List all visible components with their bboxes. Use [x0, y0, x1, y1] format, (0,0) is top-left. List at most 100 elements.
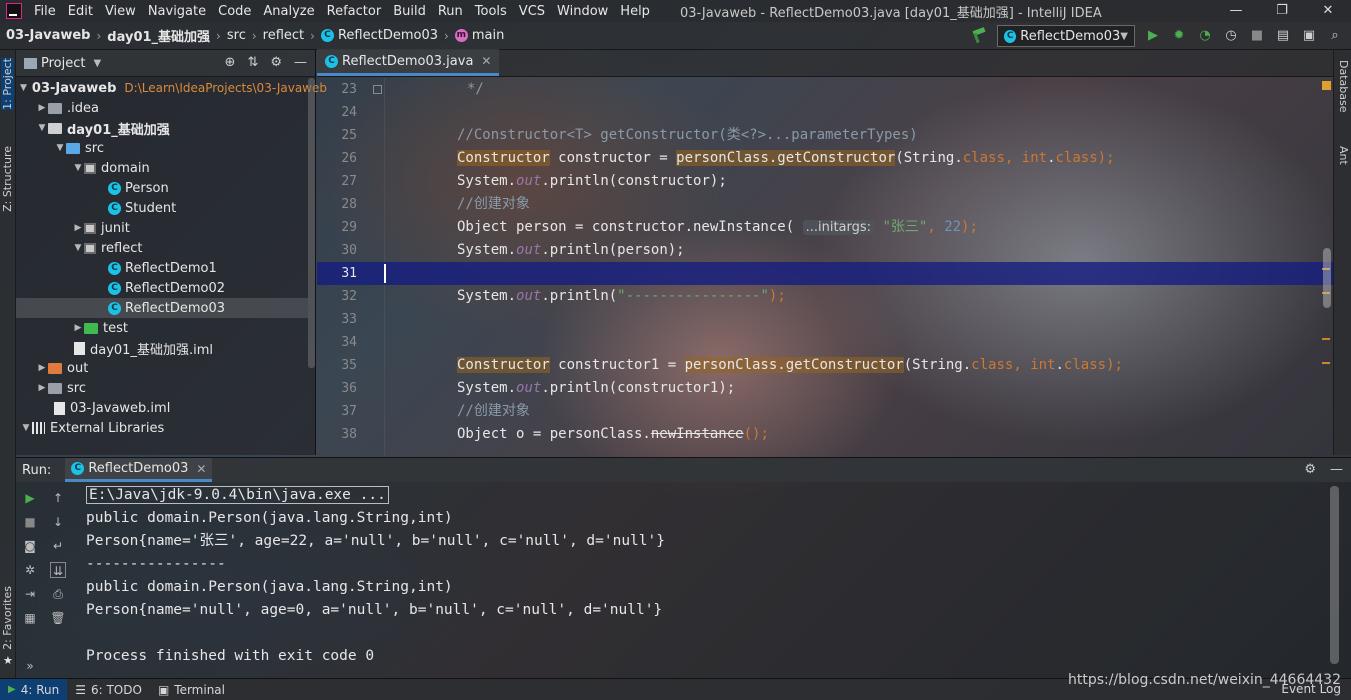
breadcrumb-package[interactable]: reflect	[263, 28, 305, 43]
menu-help[interactable]: Help	[614, 4, 656, 19]
expand-arrow-icon[interactable]: ▼	[36, 123, 48, 133]
tree-node-junit[interactable]: ▶ junit	[16, 218, 308, 238]
warning-icon[interactable]	[1322, 81, 1331, 90]
settings-icon[interactable]: ✲	[22, 562, 38, 578]
search-icon[interactable]: ⌕	[1327, 28, 1343, 44]
menu-run[interactable]: Run	[432, 4, 469, 19]
layout-icon[interactable]: ▦	[22, 610, 38, 626]
menu-vcs[interactable]: VCS	[513, 4, 551, 19]
project-structure-icon[interactable]: ▤	[1275, 28, 1291, 44]
favorites-tool-button[interactable]: 2: Favorites	[1, 586, 14, 650]
menu-file[interactable]: File	[28, 4, 62, 19]
breadcrumb-src[interactable]: src	[227, 28, 246, 43]
coverage-icon[interactable]: ◔	[1197, 28, 1213, 44]
menu-view[interactable]: View	[99, 4, 142, 19]
breadcrumb-class[interactable]: C ReflectDemo03	[320, 28, 438, 43]
tree-node-reflectdemo1[interactable]: C ReflectDemo1	[16, 258, 308, 278]
locate-icon[interactable]: ⊕	[225, 55, 236, 70]
exit-icon[interactable]: ⇥	[22, 586, 38, 602]
menu-tools[interactable]: Tools	[469, 4, 513, 19]
tree-node-person[interactable]: C Person	[16, 178, 308, 198]
console-command[interactable]: E:\Java\jdk-9.0.4\bin\java.exe ...	[86, 486, 389, 504]
tree-node-out[interactable]: ▶ out	[16, 358, 308, 378]
build-hammer-icon[interactable]	[969, 29, 987, 43]
expand-arrow-icon[interactable]: ▼	[72, 243, 84, 253]
breadcrumb-project[interactable]: 03-Javaweb	[6, 28, 90, 43]
scroll-to-end-icon[interactable]: ⇊	[50, 562, 66, 578]
tree-node-src[interactable]: ▼ src	[16, 138, 308, 158]
hide-icon[interactable]: —	[1330, 462, 1343, 477]
warning-marker[interactable]	[1322, 362, 1330, 364]
warning-marker[interactable]	[1322, 338, 1330, 340]
run-configuration-select[interactable]: C ReflectDemo03 ▼	[997, 25, 1135, 47]
code-area[interactable]: 23 */ 24 25 //Constructor<T> getConstruc…	[317, 78, 1333, 455]
close-button[interactable]: ✕	[1305, 0, 1351, 22]
tree-node-external-libraries[interactable]: ▼ External Libraries	[16, 418, 308, 438]
console-output[interactable]: E:\Java\jdk-9.0.4\bin\java.exe ... publi…	[86, 484, 1326, 668]
rerun-icon[interactable]: ▶	[22, 490, 38, 506]
tree-node-root-iml[interactable]: 03-Javaweb.iml	[16, 398, 308, 418]
tree-node-root-src[interactable]: ▶ src	[16, 378, 308, 398]
expand-icon[interactable]: »	[22, 658, 38, 674]
restore-button[interactable]: ❐	[1259, 0, 1305, 22]
expand-arrow-icon[interactable]: ▼	[54, 143, 66, 153]
project-tool-button[interactable]: 1: Project	[1, 58, 14, 110]
expand-arrow-icon[interactable]: ▶	[72, 223, 84, 233]
menu-analyze[interactable]: Analyze	[257, 4, 320, 19]
project-view-selector[interactable]: Project	[41, 56, 85, 71]
stop-icon[interactable]: ■	[1249, 28, 1265, 44]
breadcrumb-module[interactable]: day01_基础加强	[107, 26, 210, 45]
terminal-tool-tab[interactable]: ▣ Terminal	[150, 679, 233, 700]
run-tab-reflectdemo03[interactable]: C ReflectDemo03 ✕	[65, 458, 213, 482]
debug-icon[interactable]: ✹	[1171, 28, 1187, 44]
menu-navigate[interactable]: Navigate	[142, 4, 212, 19]
menu-window[interactable]: Window	[551, 4, 614, 19]
camera-icon[interactable]: ◙	[22, 538, 38, 554]
trash-icon[interactable]: 🗑	[50, 610, 66, 626]
soft-wrap-icon[interactable]: ↵	[50, 538, 66, 554]
profile-icon[interactable]: ◷	[1223, 28, 1239, 44]
breadcrumb-method[interactable]: m main	[454, 28, 504, 43]
editor-tab-reflectdemo03[interactable]: C ReflectDemo03.java ✕	[317, 49, 500, 76]
print-icon[interactable]: ⎙	[50, 586, 66, 602]
hide-icon[interactable]: —	[294, 55, 307, 70]
tree-node-test[interactable]: ▶ test	[16, 318, 308, 338]
tree-node-idea[interactable]: ▶ .idea	[16, 98, 308, 118]
run-icon[interactable]: ▶	[1145, 28, 1161, 44]
up-arrow-icon[interactable]: ↑	[50, 490, 66, 506]
expand-arrow-icon[interactable]: ▶	[72, 323, 84, 333]
expand-arrow-icon[interactable]: ▼	[20, 83, 27, 93]
expand-arrow-icon[interactable]: ▶	[36, 383, 48, 393]
tree-node-day01[interactable]: ▼ day01_基础加强	[16, 118, 308, 138]
editor-scrollbar[interactable]	[1323, 248, 1331, 308]
structure-tool-button[interactable]: Z: Structure	[1, 146, 14, 212]
stop-icon[interactable]: ■	[22, 514, 38, 530]
chevron-down-icon[interactable]: ▼	[93, 58, 101, 69]
tree-node-reflect[interactable]: ▼ reflect	[16, 238, 308, 258]
tree-node-domain[interactable]: ▼ domain	[16, 158, 308, 178]
ant-tool-button[interactable]: Ant	[1337, 146, 1350, 165]
expand-arrow-icon[interactable]: ▼	[20, 423, 32, 433]
menu-edit[interactable]: Edit	[62, 4, 99, 19]
menu-build[interactable]: Build	[387, 4, 432, 19]
minimize-button[interactable]: —	[1213, 0, 1259, 22]
tree-node-module-iml[interactable]: day01_基础加强.iml	[16, 338, 308, 358]
run-tool-tab[interactable]: ▶ 4: Run	[0, 678, 68, 700]
project-scrollbar[interactable]	[308, 78, 315, 368]
console-scrollbar[interactable]	[1330, 486, 1339, 664]
menu-refactor[interactable]: Refactor	[321, 4, 388, 19]
gear-icon[interactable]: ⚙	[1304, 462, 1316, 477]
tree-node-student[interactable]: C Student	[16, 198, 308, 218]
terminal-icon[interactable]: ▣	[1301, 28, 1317, 44]
collapse-all-icon[interactable]: ⇅	[247, 55, 258, 70]
close-icon[interactable]: ✕	[481, 54, 491, 68]
menu-code[interactable]: Code	[212, 4, 257, 19]
close-icon[interactable]: ✕	[196, 462, 206, 476]
down-arrow-icon[interactable]: ↓	[50, 514, 66, 530]
expand-arrow-icon[interactable]: ▶	[36, 363, 48, 373]
expand-arrow-icon[interactable]: ▼	[72, 163, 84, 173]
expand-arrow-icon[interactable]: ▶	[36, 103, 48, 113]
todo-tool-tab[interactable]: ☰ 6: TODO	[67, 679, 150, 700]
tree-node-root[interactable]: ▼ 03-Javaweb D:\Learn\IdeaProjects\03-Ja…	[16, 78, 327, 98]
database-tool-button[interactable]: Database	[1337, 60, 1350, 113]
